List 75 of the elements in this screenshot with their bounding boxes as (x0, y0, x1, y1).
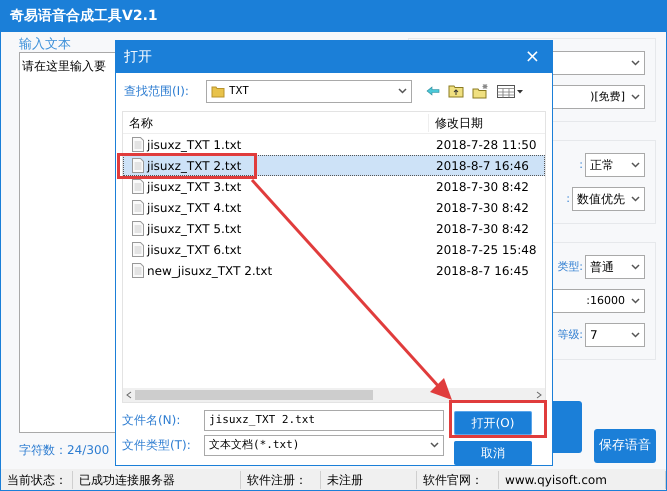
chevron-down-icon (631, 298, 640, 304)
chevron-down-icon (631, 264, 640, 270)
close-button[interactable]: × (524, 48, 540, 66)
document-icon (132, 221, 144, 236)
look-in-select[interactable]: TXT (206, 80, 412, 102)
open-button[interactable]: 打开(O) (454, 411, 532, 435)
document-icon (132, 158, 144, 173)
file-row[interactable]: jisuxz_TXT 1.txt 2018-7-28 11:50 (123, 134, 545, 155)
file-date: 2018-7-25 15:48 (435, 242, 536, 258)
file-type-select[interactable]: 文本文档(*.txt) (204, 434, 444, 456)
horizontal-scrollbar[interactable] (123, 388, 545, 402)
file-row[interactable]: jisuxz_TXT 6.txt 2018-7-25 15:48 (123, 239, 545, 260)
setting-label: : (579, 156, 583, 173)
chevron-down-icon (631, 60, 640, 66)
setting-label: 等级: (557, 326, 583, 343)
cancel-button[interactable]: 取消 (454, 441, 532, 465)
status-text: 软件注册： (241, 470, 321, 488)
status-text: 已成功连接服务器 (73, 470, 241, 488)
file-row[interactable]: jisuxz_TXT 5.txt 2018-7-30 8:42 (123, 218, 545, 239)
column-header[interactable]: 名称 (123, 114, 429, 132)
setting-select[interactable]: 普通 (585, 255, 645, 279)
setting-select[interactable]: 正常 (585, 153, 645, 177)
status-text: 未注册 (321, 470, 417, 488)
file-row[interactable]: jisuxz_TXT 4.txt 2018-7-30 8:42 (123, 197, 545, 218)
chevron-down-icon (631, 162, 640, 168)
document-icon (132, 200, 144, 215)
view-menu-icon[interactable] (497, 84, 523, 98)
file-date: 2018-7-30 8:42 (435, 200, 529, 216)
document-icon (132, 242, 144, 257)
file-name: jisuxz_TXT 3.txt (147, 178, 242, 196)
input-label: 输入文本 (18, 38, 72, 52)
chevron-down-icon (631, 332, 640, 338)
setting-label: 类型: (557, 258, 583, 275)
dialog-title: 打开 (124, 48, 152, 66)
file-row[interactable]: new_jisuxz_TXT 2.txt 2018-8-7 16:45 (123, 260, 545, 281)
save-voice-button[interactable]: 保存语音 (594, 429, 656, 463)
chevron-down-icon (430, 442, 439, 448)
file-name: jisuxz_TXT 2.txt (147, 158, 242, 174)
status-text: 当前状态： (1, 470, 73, 488)
look-in-label: 查找范围(I): (124, 83, 190, 100)
file-type-label: 文件类型(T): (122, 437, 192, 454)
folder-icon (211, 84, 225, 98)
scroll-right-icon[interactable] (536, 391, 542, 399)
file-name-field[interactable]: jisuxz_TXT 2.txt (204, 410, 444, 430)
file-name: jisuxz_TXT 4.txt (147, 200, 242, 216)
column-header[interactable]: 修改日期 (429, 114, 545, 132)
file-row[interactable]: jisuxz_TXT 3.txt 2018-7-30 8:42 (123, 176, 545, 197)
file-name: jisuxz_TXT 1.txt (147, 136, 242, 154)
file-date: 2018-7-30 8:42 (435, 178, 529, 196)
chevron-down-icon (631, 94, 640, 100)
file-name: new_jisuxz_TXT 2.txt (147, 262, 272, 280)
file-date: 2018-7-28 11:50 (435, 136, 536, 154)
chevron-down-icon (631, 196, 640, 202)
document-icon (132, 137, 144, 152)
up-folder-icon[interactable] (448, 84, 464, 98)
setting-select[interactable]: 7 (585, 323, 645, 347)
file-name-label: 文件名(N): (122, 412, 182, 429)
new-folder-icon[interactable] (472, 84, 489, 98)
setting-label: : (566, 190, 570, 207)
file-name: jisuxz_TXT 6.txt (147, 242, 242, 258)
setting-select[interactable]: 数值优先 (572, 187, 645, 211)
file-date: 2018-8-7 16:45 (435, 262, 529, 280)
window-title: 奇易语音合成工具V2.1 (10, 6, 158, 26)
back-arrow-icon[interactable] (426, 86, 440, 96)
status-text: www.qyisoft.com (499, 470, 666, 488)
status-text: 软件官网： (417, 470, 499, 488)
file-date: 2018-8-7 16:46 (435, 158, 529, 174)
file-date: 2018-7-30 8:42 (435, 220, 529, 238)
scroll-left-icon[interactable] (126, 391, 132, 399)
file-name: jisuxz_TXT 5.txt (147, 220, 242, 238)
file-row[interactable]: jisuxz_TXT 2.txt 2018-8-7 16:46 (123, 155, 545, 176)
document-icon (132, 263, 144, 278)
chevron-down-icon (398, 88, 407, 94)
document-icon (132, 179, 144, 194)
char-count: 字符数：24/300 (19, 442, 110, 459)
